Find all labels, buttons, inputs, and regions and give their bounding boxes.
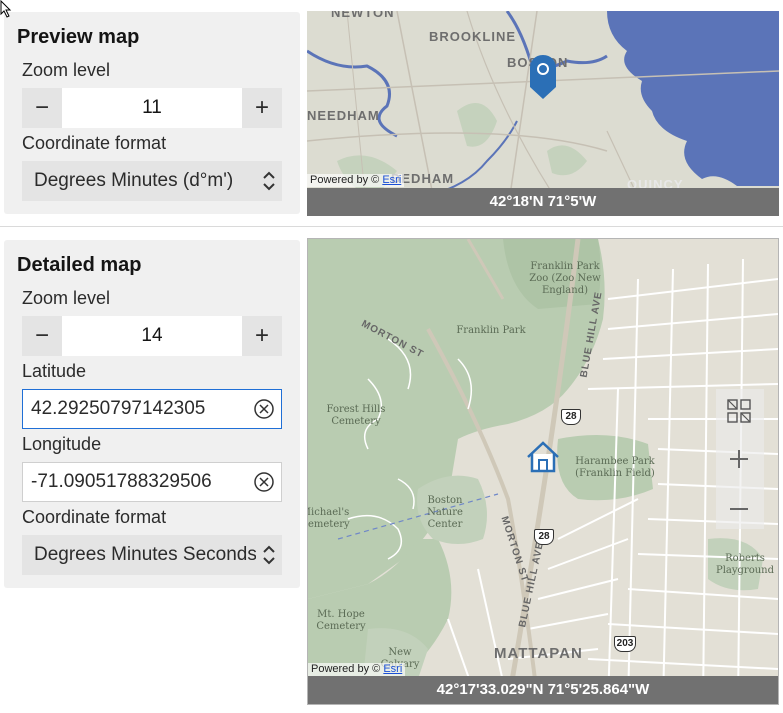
map-label-needham: NEEDHAM (307, 108, 380, 123)
preview-map-title: Preview map (17, 26, 140, 48)
attribution-text: Powered by © (311, 663, 384, 675)
latitude-value: 42.29250797142305 (31, 398, 206, 419)
chevron-up-down-icon (256, 535, 282, 575)
detail-zoom-decrement-button[interactable]: − (22, 316, 62, 356)
clear-latitude-icon[interactable] (247, 390, 281, 428)
detail-zoom-increment-button[interactable]: + (242, 316, 282, 356)
longitude-label: Longitude (22, 434, 102, 454)
longitude-value: -71.09051788329506 (31, 471, 212, 492)
map-label-forest-hills: Forest Hills Cemetery (326, 404, 386, 427)
map-label-michaels: Michael's Cemetery (307, 507, 350, 530)
route-shield: 203 (614, 636, 636, 652)
preview-zoom-label: Zoom level (22, 60, 111, 80)
preview-coordinates: 42°18'N 71°5'W (307, 188, 779, 216)
preview-zoom-increment-button[interactable]: + (242, 88, 282, 128)
zoom-in-icon[interactable] (718, 437, 760, 481)
preview-map[interactable]: NEWTON BROOKLINE BOSTON NEEDHAM DEDHAM Q… (307, 11, 779, 216)
home-icon (527, 441, 559, 473)
esri-link[interactable]: Esri (382, 174, 401, 186)
preview-zoom-stepper: − 11 + (22, 88, 282, 128)
detail-attribution: Powered by © Esri (308, 663, 406, 676)
detail-format-label: Coordinate format (22, 507, 167, 527)
latitude-label: Latitude (22, 361, 87, 381)
clear-longitude-icon[interactable] (247, 463, 281, 501)
map-label-newton: NEWTON (331, 11, 395, 20)
detailed-map[interactable]: Franklin Park Zoo (Zoo New England) Fran… (307, 238, 779, 705)
basemap-toggle-icon[interactable] (718, 389, 760, 433)
route-shield: 28 (534, 529, 554, 545)
detailed-map-title: Detailed map (17, 254, 142, 276)
detail-format-select[interactable]: Degrees Minutes Seconds (22, 535, 282, 575)
preview-map-panel: Preview map Zoom level − 11 + Coordinate… (4, 12, 300, 214)
map-label-harambee: Harambee Park (Franklin Field) (575, 456, 655, 479)
preview-format-label: Coordinate format (22, 133, 167, 153)
preview-zoom-value[interactable]: 11 (62, 88, 242, 128)
latitude-input[interactable]: 42.29250797142305 (22, 389, 282, 429)
esri-link[interactable]: Esri (383, 663, 402, 675)
zoom-out-icon[interactable] (718, 487, 760, 531)
map-label-mattapan: MATTAPAN (494, 645, 583, 662)
route-shield: 28 (561, 409, 581, 425)
preview-format-select[interactable]: Degrees Minutes (d°m') (22, 161, 282, 201)
longitude-input[interactable]: -71.09051788329506 (22, 462, 282, 502)
map-label-roberts: Roberts Playground (715, 553, 775, 576)
detail-zoom-value[interactable]: 14 (62, 316, 242, 356)
detail-format-value: Degrees Minutes Seconds (34, 544, 256, 565)
map-label-franklin-park: Franklin Park (456, 325, 526, 336)
section-divider (0, 226, 783, 227)
preview-attribution: Powered by © Esri (307, 174, 405, 187)
location-pin-icon (530, 55, 556, 99)
chevron-up-down-icon (256, 161, 282, 201)
detail-zoom-stepper: − 14 + (22, 316, 282, 356)
detailed-map-panel: Detailed map Zoom level − 14 + Latitude … (4, 240, 300, 588)
preview-zoom-decrement-button[interactable]: − (22, 88, 62, 128)
detail-coordinates: 42°17'33.029"N 71°5'25.864"W (308, 676, 778, 704)
map-label-boston-nature: Boston Nature Center (427, 495, 463, 530)
mouse-cursor-icon (0, 0, 12, 18)
attribution-text: Powered by © (310, 174, 383, 186)
map-label-mt-hope: Mt. Hope Cemetery (316, 609, 366, 632)
preview-format-value: Degrees Minutes (d°m') (34, 170, 234, 191)
map-label-brookline: BROOKLINE (429, 29, 516, 44)
detail-zoom-label: Zoom level (22, 288, 111, 308)
